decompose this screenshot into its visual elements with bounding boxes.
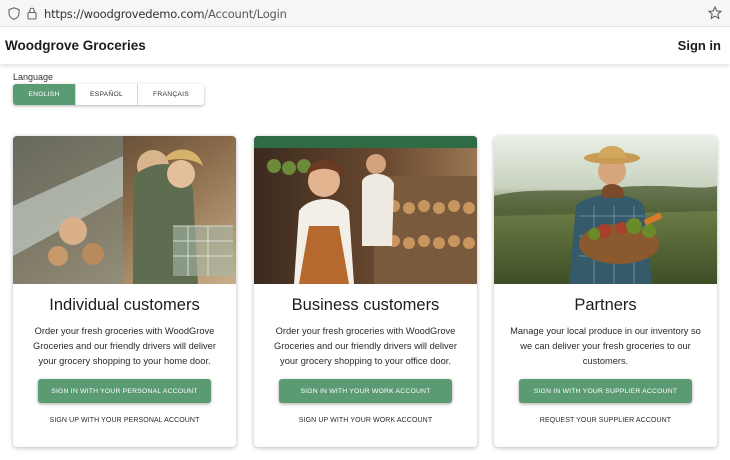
- sign-in-supplier-button[interactable]: SIGN IN WITH YOUR SUPPLIER ACCOUNT: [519, 379, 692, 403]
- language-option-espanol[interactable]: ESPAÑOL: [75, 84, 137, 105]
- card-description: Order your fresh groceries with WoodGrov…: [33, 326, 216, 366]
- grocery-staff-photo: [254, 136, 477, 284]
- sign-up-personal-link[interactable]: SIGN UP WITH YOUR PERSONAL ACCOUNT: [13, 417, 236, 424]
- card-title: Partners: [574, 296, 637, 314]
- card-title: Individual customers: [49, 296, 200, 314]
- sign-up-work-link[interactable]: SIGN UP WITH YOUR WORK ACCOUNT: [254, 417, 477, 424]
- app-header: Woodgrove Groceries Sign in: [0, 28, 730, 64]
- sign-in-link[interactable]: Sign in: [678, 38, 721, 53]
- card-business-customers: Business customers Order your fresh groc…: [254, 136, 477, 447]
- card-partners: Partners Manage your local produce in ou…: [494, 136, 717, 447]
- browser-address-bar: https://woodgrovedemo.com/Account/Login: [0, 0, 730, 27]
- url-host: https://woodgrovedemo.com: [44, 7, 205, 21]
- shield-icon[interactable]: [8, 7, 20, 20]
- language-label: Language: [13, 72, 54, 82]
- language-selector: ENGLISH ESPAÑOL FRANÇAIS: [13, 84, 204, 105]
- request-supplier-link[interactable]: REQUEST YOUR SUPPLIER ACCOUNT: [494, 417, 717, 424]
- sign-in-work-button[interactable]: SIGN IN WITH YOUR WORK ACCOUNT: [279, 379, 452, 403]
- card-individual-customers: Individual customers Order your fresh gr…: [13, 136, 236, 447]
- farmer-with-basket-photo: [494, 136, 717, 284]
- card-description: Order your fresh groceries with WoodGrov…: [274, 326, 457, 366]
- sign-in-personal-button[interactable]: SIGN IN WITH YOUR PERSONAL ACCOUNT: [38, 379, 211, 403]
- url-field[interactable]: https://woodgrovedemo.com/Account/Login: [44, 7, 287, 21]
- supermarket-shopping-photo: [13, 136, 236, 284]
- language-option-francais[interactable]: FRANÇAIS: [137, 84, 204, 105]
- lock-icon[interactable]: [27, 7, 37, 20]
- language-option-english[interactable]: ENGLISH: [13, 84, 75, 105]
- url-path: /Account/Login: [204, 7, 287, 21]
- bookmark-star-icon[interactable]: [708, 6, 722, 20]
- card-title: Business customers: [291, 296, 440, 314]
- brand-title[interactable]: Woodgrove Groceries: [5, 38, 146, 53]
- card-description: Manage your local produce in our invento…: [510, 326, 701, 366]
